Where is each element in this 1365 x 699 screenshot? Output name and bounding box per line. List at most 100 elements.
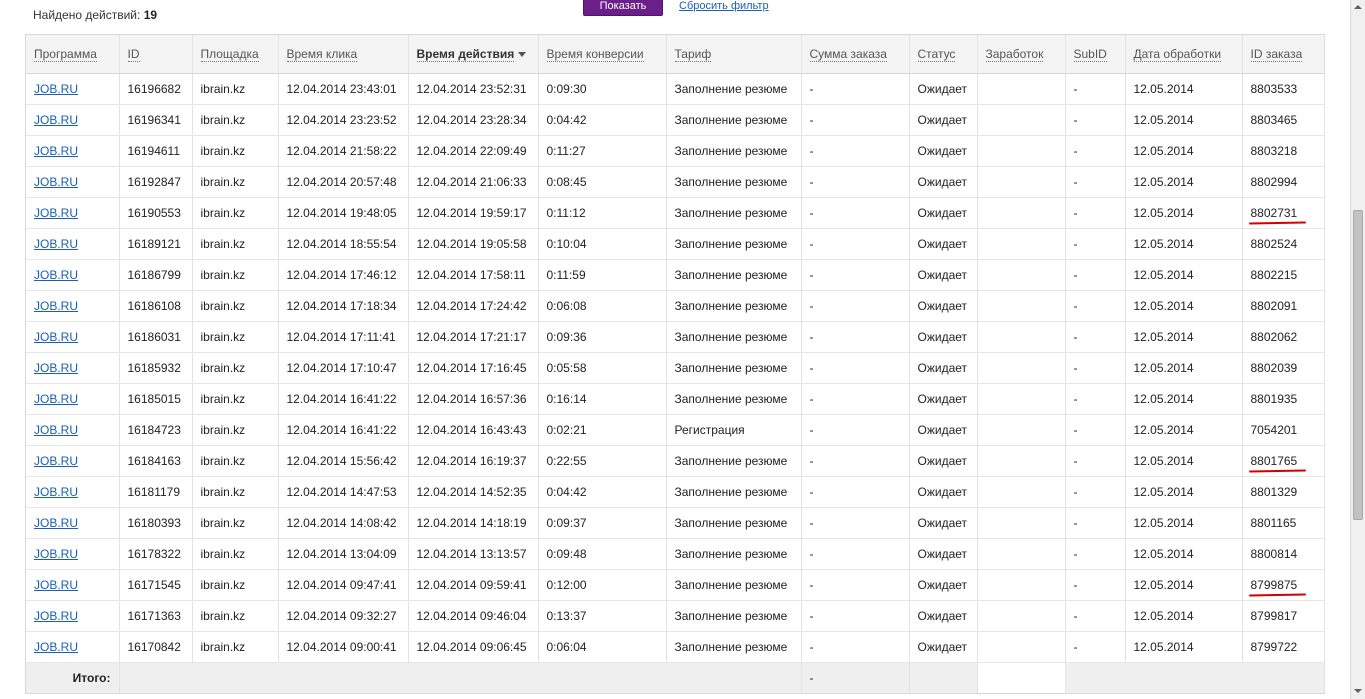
cell-site: ibrain.kz: [192, 228, 279, 260]
scroll-down-button[interactable]: [1351, 684, 1365, 699]
program-link[interactable]: JOB.RU: [34, 485, 78, 499]
program-link[interactable]: JOB.RU: [34, 206, 78, 220]
cell-click-time: 12.04.2014 14:08:42: [278, 507, 409, 539]
scroll-up-button[interactable]: [1351, 0, 1365, 15]
column-header-site[interactable]: Площадка: [192, 35, 279, 74]
program-link[interactable]: JOB.RU: [34, 144, 78, 158]
cell-processed-date: 12.05.2014: [1125, 197, 1243, 229]
cell-site: ibrain.kz: [192, 259, 279, 291]
cell-id: 16180393: [119, 507, 193, 539]
column-header-order-id[interactable]: ID заказа: [1242, 35, 1325, 74]
cell-earnings: [977, 352, 1066, 384]
cell-subid: -: [1065, 73, 1126, 105]
program-link[interactable]: JOB.RU: [34, 454, 78, 468]
program-link[interactable]: JOB.RU: [34, 547, 78, 561]
order-id: 8801329: [1250, 485, 1298, 499]
cell-id: 16192847: [119, 166, 193, 198]
column-header-id[interactable]: ID: [119, 35, 193, 74]
program-link[interactable]: JOB.RU: [34, 609, 78, 623]
cell-order-id: 8799722: [1242, 631, 1325, 663]
totals-order-sum: -: [801, 662, 910, 693]
cell-click-time: 12.04.2014 14:47:53: [278, 476, 409, 508]
cell-program: JOB.RU: [26, 135, 120, 167]
cell-earnings: [977, 290, 1066, 322]
scrollbar-thumb[interactable]: [1353, 210, 1363, 520]
table-row: JOB.RU 16190553 ibrain.kz 12.04.2014 19:48:…: [26, 197, 1325, 229]
column-header-conversion-time[interactable]: Время конверсии: [538, 35, 667, 74]
program-link[interactable]: JOB.RU: [34, 516, 78, 530]
cell-id: 16194611: [119, 135, 193, 167]
program-link[interactable]: JOB.RU: [34, 82, 78, 96]
program-link[interactable]: JOB.RU: [34, 175, 78, 189]
cell-id: 16171545: [119, 569, 193, 601]
order-id: 8803218: [1250, 144, 1298, 158]
reset-filter-link[interactable]: Сбросить фильтр: [679, 0, 769, 12]
cell-order-id: 8801165: [1242, 507, 1325, 539]
table-row: JOB.RU 16186031 ibrain.kz 12.04.2014 17:11:…: [26, 321, 1325, 353]
cell-site: ibrain.kz: [192, 476, 279, 508]
cell-earnings: [977, 600, 1066, 632]
cell-earnings: [977, 135, 1066, 167]
column-header-subid[interactable]: SubID: [1065, 35, 1126, 74]
cell-order-id: 8799817: [1242, 600, 1325, 632]
program-link[interactable]: JOB.RU: [34, 237, 78, 251]
cell-program: JOB.RU: [26, 600, 120, 632]
cell-subid: -: [1065, 631, 1126, 663]
column-header-tariff[interactable]: Тариф: [666, 35, 802, 74]
program-link[interactable]: JOB.RU: [34, 423, 78, 437]
program-link[interactable]: JOB.RU: [34, 299, 78, 313]
cell-click-time: 12.04.2014 17:11:41: [278, 321, 409, 353]
cell-program: JOB.RU: [26, 228, 120, 260]
cell-conversion-time: 0:09:30: [538, 73, 667, 105]
cell-id: 16184163: [119, 445, 193, 477]
program-link[interactable]: JOB.RU: [34, 361, 78, 375]
cell-id: 16185932: [119, 352, 193, 384]
table-body: JOB.RU 16196682 ibrain.kz 12.04.2014 23:43:…: [26, 73, 1325, 693]
program-link[interactable]: JOB.RU: [34, 392, 78, 406]
order-id: 8803533: [1250, 82, 1298, 96]
cell-click-time: 12.04.2014 19:48:05: [278, 197, 409, 229]
column-header-status[interactable]: Статус: [909, 35, 978, 74]
table-row: JOB.RU 16185015 ibrain.kz 12.04.2014 16:41:…: [26, 383, 1325, 415]
column-header-program[interactable]: Программа: [26, 35, 120, 74]
program-link[interactable]: JOB.RU: [34, 578, 78, 592]
program-link[interactable]: JOB.RU: [34, 268, 78, 282]
column-header-label: Программа: [34, 47, 97, 62]
cell-id: 16189121: [119, 228, 193, 260]
cell-order-sum: -: [801, 259, 910, 291]
cell-id: 16196341: [119, 104, 193, 136]
cell-click-time: 12.04.2014 18:55:54: [278, 228, 409, 260]
actions-table-container: Программа ID Площадка Время клика Время дейс…: [25, 34, 1325, 694]
cell-order-sum: -: [801, 104, 910, 136]
program-link[interactable]: JOB.RU: [34, 113, 78, 127]
cell-subid: -: [1065, 538, 1126, 570]
cell-subid: -: [1065, 135, 1126, 167]
show-button[interactable]: Показать: [583, 0, 663, 16]
cell-subid: -: [1065, 445, 1126, 477]
program-link[interactable]: JOB.RU: [34, 640, 78, 654]
cell-order-id: 8801329: [1242, 476, 1325, 508]
column-header-label: ID: [127, 47, 140, 62]
order-id: 8802994: [1250, 175, 1298, 189]
column-header-click-time[interactable]: Время клика: [278, 35, 409, 74]
column-header-label: Дата обработки: [1133, 47, 1222, 62]
results-count: Найдено действий: 19: [33, 8, 157, 22]
order-id: 8802062: [1250, 330, 1298, 344]
column-header-processed-date[interactable]: Дата обработки: [1125, 35, 1243, 74]
order-id: 8801935: [1250, 392, 1298, 406]
cell-subid: -: [1065, 228, 1126, 260]
column-header-order-sum[interactable]: Сумма заказа: [801, 35, 910, 74]
page-scrollbar[interactable]: [1350, 0, 1365, 699]
table-row: JOB.RU 16171363 ibrain.kz 12.04.2014 09:32:…: [26, 600, 1325, 632]
cell-processed-date: 12.05.2014: [1125, 538, 1243, 570]
cell-action-time: 12.04.2014 17:58:11: [408, 259, 539, 291]
cell-order-id: 8802091: [1242, 290, 1325, 322]
column-header-action-time[interactable]: Время действия: [408, 35, 539, 74]
cell-program: JOB.RU: [26, 73, 120, 105]
cell-program: JOB.RU: [26, 352, 120, 384]
column-header-label: Площадка: [200, 47, 259, 62]
column-header-earnings[interactable]: Заработок: [977, 35, 1066, 74]
cell-tariff: Заполнение резюме: [666, 507, 802, 539]
cell-site: ibrain.kz: [192, 104, 279, 136]
program-link[interactable]: JOB.RU: [34, 330, 78, 344]
